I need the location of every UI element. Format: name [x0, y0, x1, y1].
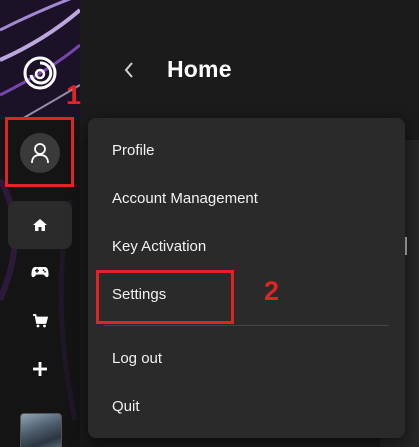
plus-icon	[33, 362, 47, 376]
home-icon	[33, 219, 47, 231]
page-title: Home	[167, 56, 232, 82]
menu-item-key-activation[interactable]: Key Activation	[112, 236, 206, 258]
gamepad-icon	[31, 267, 49, 278]
annotation-box-avatar	[5, 117, 74, 187]
annotation-box-settings	[96, 270, 234, 324]
nav-add-button[interactable]	[8, 349, 72, 389]
menu-item-quit[interactable]: Quit	[112, 396, 140, 418]
menu-item-profile[interactable]: Profile	[112, 140, 155, 162]
sidebar	[0, 0, 80, 447]
nav-store-button[interactable]	[8, 301, 72, 341]
menu-item-account-management[interactable]: Account Management	[112, 188, 258, 210]
chevron-left-icon	[124, 62, 133, 78]
nav-games-button[interactable]	[8, 252, 72, 292]
menu-item-log-out[interactable]: Log out	[112, 348, 162, 370]
cart-icon	[33, 314, 48, 328]
ubisoft-logo-icon[interactable]	[22, 55, 58, 91]
menu-divider	[104, 325, 389, 326]
annotation-number-1: 1	[66, 80, 82, 110]
annotation-number-2: 2	[264, 276, 280, 306]
game-thumbnail[interactable]	[20, 413, 62, 447]
nav-home-button[interactable]	[8, 201, 72, 249]
back-button[interactable]	[118, 56, 140, 84]
